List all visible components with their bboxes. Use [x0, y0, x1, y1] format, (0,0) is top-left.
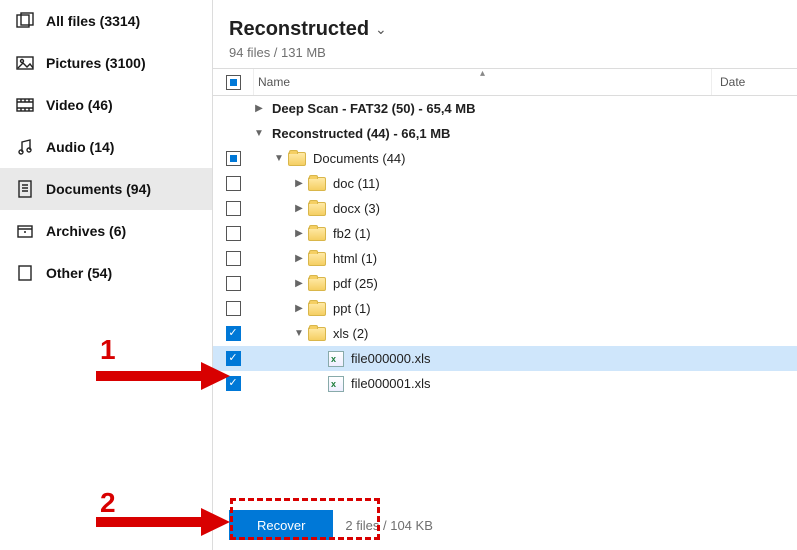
- tree-item-label: Reconstructed (44) - 66,1 MB: [272, 126, 450, 141]
- tree-item-label: fb2 (1): [333, 226, 371, 241]
- checkbox[interactable]: [226, 276, 241, 291]
- sidebar-item-label: Video (46): [46, 97, 113, 113]
- sidebar-item-label: Pictures (3100): [46, 55, 146, 71]
- tree-row[interactable]: ▶ html (1): [213, 246, 797, 271]
- checkbox[interactable]: [226, 301, 241, 316]
- column-check[interactable]: [213, 75, 253, 90]
- tree-item-label: Documents (44): [313, 151, 405, 166]
- video-icon: [16, 96, 34, 114]
- archives-icon: [16, 222, 34, 240]
- sidebar-item-allfiles[interactable]: All files (3314): [0, 0, 212, 42]
- tree-row[interactable]: file000000.xls: [213, 346, 797, 371]
- sidebar-item-label: Other (54): [46, 265, 112, 281]
- column-date[interactable]: Date: [711, 69, 797, 95]
- checkbox[interactable]: [226, 251, 241, 266]
- sidebar-item-label: Archives (6): [46, 223, 126, 239]
- sidebar: All files (3314) Pictures (3100) Video (…: [0, 0, 213, 550]
- folder-icon: [308, 202, 326, 216]
- main-panel: Reconstructed ⌄ 94 files / 131 MB Name ▴…: [213, 0, 797, 550]
- expander-expanded-icon[interactable]: ▼: [253, 128, 265, 139]
- checkbox-header[interactable]: [226, 75, 241, 90]
- tree-item-label: file000000.xls: [351, 351, 431, 366]
- file-tree[interactable]: ▶ Deep Scan - FAT32 (50) - 65,4 MB ▼ Recons…: [213, 96, 797, 500]
- tree-row[interactable]: ▶ doc (11): [213, 171, 797, 196]
- tree-item-label: pdf (25): [333, 276, 378, 291]
- checkbox[interactable]: [226, 226, 241, 241]
- tree-item-label: xls (2): [333, 326, 368, 341]
- tree-item-label: ppt (1): [333, 301, 371, 316]
- sidebar-item-label: Documents (94): [46, 181, 151, 197]
- tree-row[interactable]: ▼ Reconstructed (44) - 66,1 MB: [213, 121, 797, 146]
- column-header: Name ▴ Date: [213, 68, 797, 96]
- folder-icon: [308, 252, 326, 266]
- expander-collapsed-icon[interactable]: ▶: [293, 253, 305, 264]
- expander-collapsed-icon[interactable]: ▶: [293, 178, 305, 189]
- sidebar-item-video[interactable]: Video (46): [0, 84, 212, 126]
- column-name[interactable]: Name ▴: [253, 69, 711, 95]
- tree-item-label: html (1): [333, 251, 377, 266]
- tree-item-label: file000001.xls: [351, 376, 431, 391]
- checkbox[interactable]: [226, 351, 241, 366]
- folder-icon: [308, 327, 326, 341]
- sort-caret-icon: ▴: [480, 68, 485, 79]
- checkbox[interactable]: [226, 176, 241, 191]
- expander-collapsed-icon[interactable]: ▶: [293, 203, 305, 214]
- column-date-label: Date: [720, 75, 745, 89]
- tree-row[interactable]: ▼ xls (2): [213, 321, 797, 346]
- sidebar-item-label: All files (3314): [46, 13, 140, 29]
- documents-icon: [16, 180, 34, 198]
- pictures-icon: [16, 54, 34, 72]
- sidebar-item-label: Audio (14): [46, 139, 114, 155]
- xls-file-icon: [328, 351, 344, 367]
- tree-item-label: Deep Scan - FAT32 (50) - 65,4 MB: [272, 101, 476, 116]
- sidebar-item-audio[interactable]: Audio (14): [0, 126, 212, 168]
- tree-row[interactable]: ▶ pdf (25): [213, 271, 797, 296]
- checkbox[interactable]: [226, 151, 241, 166]
- sidebar-item-archives[interactable]: Archives (6): [0, 210, 212, 252]
- header: Reconstructed ⌄ 94 files / 131 MB: [213, 0, 797, 68]
- tree-row[interactable]: ▶ docx (3): [213, 196, 797, 221]
- audio-icon: [16, 138, 34, 156]
- expander-expanded-icon[interactable]: ▼: [293, 328, 305, 339]
- expander-expanded-icon[interactable]: ▼: [273, 153, 285, 164]
- folder-icon: [308, 227, 326, 241]
- title-row[interactable]: Reconstructed ⌄: [229, 18, 781, 41]
- expander-collapsed-icon[interactable]: ▶: [293, 303, 305, 314]
- allfiles-icon: [16, 12, 34, 30]
- expander-collapsed-icon[interactable]: ▶: [253, 103, 265, 114]
- page-title: Reconstructed: [229, 18, 369, 41]
- sidebar-item-other[interactable]: Other (54): [0, 252, 212, 294]
- sidebar-item-documents[interactable]: Documents (94): [0, 168, 212, 210]
- column-name-label: Name: [258, 75, 290, 89]
- folder-icon: [308, 277, 326, 291]
- checkbox[interactable]: [226, 326, 241, 341]
- other-icon: [16, 264, 34, 282]
- folder-icon: [308, 302, 326, 316]
- tree-row[interactable]: ▶ fb2 (1): [213, 221, 797, 246]
- chevron-down-icon: ⌄: [375, 21, 387, 38]
- sidebar-item-pictures[interactable]: Pictures (3100): [0, 42, 212, 84]
- xls-file-icon: [328, 376, 344, 392]
- expander-collapsed-icon[interactable]: ▶: [293, 228, 305, 239]
- checkbox[interactable]: [226, 201, 241, 216]
- checkbox[interactable]: [226, 376, 241, 391]
- tree-row[interactable]: file000001.xls: [213, 371, 797, 396]
- tree-row[interactable]: ▶ ppt (1): [213, 296, 797, 321]
- file-summary: 94 files / 131 MB: [229, 45, 781, 60]
- tree-item-label: docx (3): [333, 201, 380, 216]
- tree-item-label: doc (11): [333, 176, 380, 191]
- annotation-highlight-box: [230, 498, 380, 540]
- folder-icon: [308, 177, 326, 191]
- expander-collapsed-icon[interactable]: ▶: [293, 278, 305, 289]
- tree-row[interactable]: ▼ Documents (44): [213, 146, 797, 171]
- folder-icon: [288, 152, 306, 166]
- tree-row[interactable]: ▶ Deep Scan - FAT32 (50) - 65,4 MB: [213, 96, 797, 121]
